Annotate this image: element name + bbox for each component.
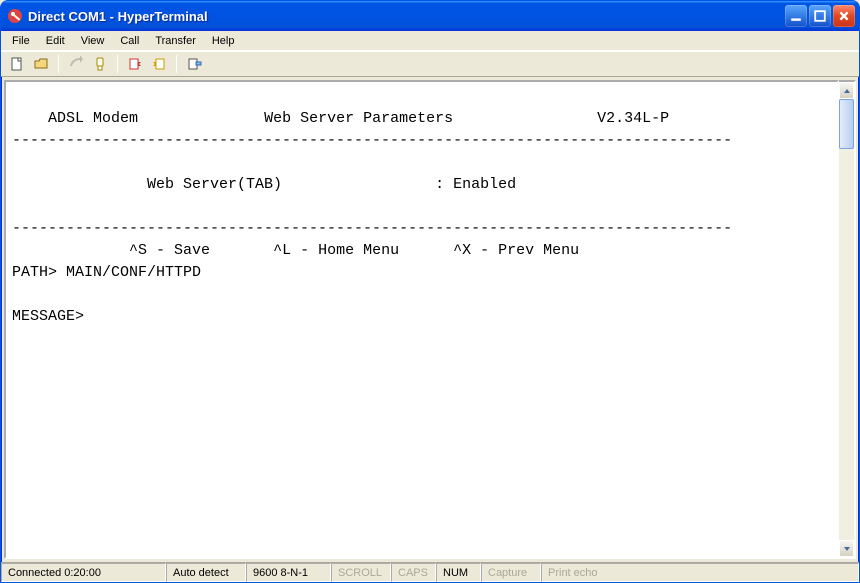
maximize-button[interactable]	[809, 5, 831, 27]
divider-line: ----------------------------------------…	[12, 220, 732, 237]
menu-call[interactable]: Call	[113, 33, 146, 49]
toolbar-separator	[58, 55, 59, 73]
status-detect: Auto detect	[166, 563, 246, 582]
scroll-up-button[interactable]	[839, 82, 854, 99]
toolbar-separator	[176, 55, 177, 73]
menu-transfer[interactable]: Transfer	[148, 33, 203, 49]
status-num: NUM	[436, 563, 481, 582]
titlebar[interactable]: Direct COM1 - HyperTerminal	[1, 1, 859, 31]
toolbar	[1, 51, 859, 77]
status-print: Print echo	[541, 563, 859, 582]
status-scroll: SCROLL	[331, 563, 391, 582]
close-button[interactable]	[833, 5, 855, 27]
open-file-icon[interactable]	[31, 54, 51, 74]
status-caps: CAPS	[391, 563, 436, 582]
terminal-frame[interactable]: ADSL Modem Web Server Parameters V2.34L-…	[4, 80, 839, 559]
terminal-output: ADSL Modem Web Server Parameters V2.34L-…	[6, 82, 837, 334]
new-file-icon[interactable]	[7, 54, 27, 74]
blank-line	[12, 154, 21, 171]
receive-icon[interactable]	[149, 54, 169, 74]
toolbar-separator	[117, 55, 118, 73]
blank-line	[12, 286, 21, 303]
content-area: ADSL Modem Web Server Parameters V2.34L-…	[4, 80, 856, 559]
menu-edit[interactable]: Edit	[39, 33, 72, 49]
vertical-scrollbar[interactable]	[839, 80, 856, 559]
app-window: Direct COM1 - HyperTerminal File Edit Vi…	[0, 0, 860, 583]
scroll-track[interactable]	[839, 99, 854, 540]
window-buttons	[785, 5, 855, 27]
disconnect-icon[interactable]	[90, 54, 110, 74]
status-port: 9600 8-N-1	[246, 563, 331, 582]
connect-icon	[66, 54, 86, 74]
message-line: MESSAGE>	[12, 308, 84, 325]
menu-help[interactable]: Help	[205, 33, 242, 49]
blank-line	[12, 198, 21, 215]
header-line: ADSL Modem Web Server Parameters V2.34L-…	[12, 110, 669, 127]
status-capture: Capture	[481, 563, 541, 582]
statusbar: Connected 0:20:00 Auto detect 9600 8-N-1…	[1, 562, 859, 582]
menubar: File Edit View Call Transfer Help	[1, 31, 859, 51]
properties-icon[interactable]	[184, 54, 204, 74]
scroll-down-button[interactable]	[839, 540, 854, 557]
hints-line: ^S - Save ^L - Home Menu ^X - Prev Menu	[12, 242, 579, 259]
divider-line: ----------------------------------------…	[12, 132, 732, 149]
window-title: Direct COM1 - HyperTerminal	[28, 9, 785, 24]
field-line: Web Server(TAB) : Enabled	[12, 176, 516, 193]
send-icon[interactable]	[125, 54, 145, 74]
menu-view[interactable]: View	[74, 33, 112, 49]
path-line: PATH> MAIN/CONF/HTTPD	[12, 264, 201, 281]
scroll-thumb[interactable]	[839, 99, 854, 149]
app-icon	[7, 8, 23, 24]
menu-file[interactable]: File	[5, 33, 37, 49]
status-connection: Connected 0:20:00	[1, 563, 166, 582]
minimize-button[interactable]	[785, 5, 807, 27]
blank-line	[12, 88, 21, 105]
